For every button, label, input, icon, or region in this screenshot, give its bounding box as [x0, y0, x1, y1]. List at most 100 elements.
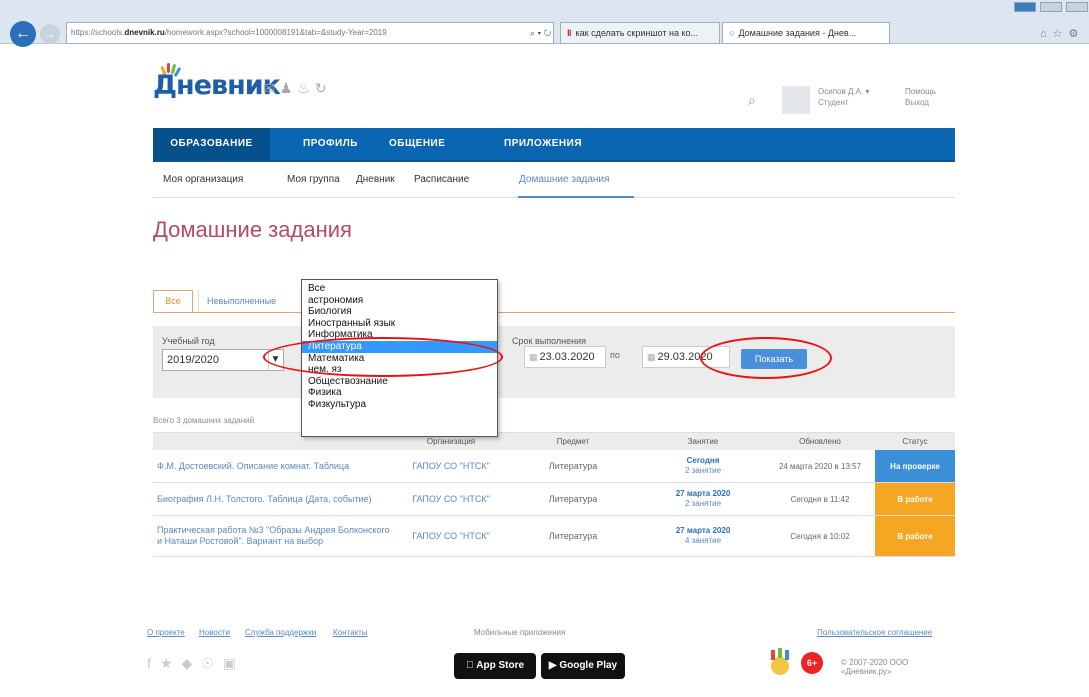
tab-label: как сделать скриншот на ко...: [575, 28, 699, 38]
browser-tab-homework[interactable]: ○ Домашние задания - Днев...: [722, 22, 890, 44]
date-from-field[interactable]: ▦ 23.03.2020: [524, 346, 606, 368]
dropdown-option[interactable]: Обществознание: [302, 376, 497, 388]
user-name[interactable]: Осипов Д.А. ▾: [818, 86, 869, 97]
tab-all[interactable]: Все: [153, 290, 193, 312]
footer-support-link[interactable]: Служба поддержки: [245, 628, 316, 637]
subnav-my-group[interactable]: Моя группа: [287, 174, 340, 185]
browser-tab-screenshot[interactable]: ‖ как сделать скриншот на ко...: [560, 22, 720, 44]
tab-favicon-icon: ○: [729, 28, 735, 38]
dropdown-option[interactable]: Физкультура: [302, 399, 497, 411]
table-row[interactable]: Биография Л.Н. Толстого. Таблица (Дата, …: [153, 483, 955, 516]
dropdown-option[interactable]: Все: [302, 283, 497, 295]
updated-cell: 24 марта 2020 в 13:57: [778, 461, 862, 471]
nav-communication[interactable]: ОБЩЕНИЕ: [389, 128, 445, 160]
date-to-label: по: [610, 350, 620, 360]
status-badge: В работе: [875, 483, 955, 515]
lesson-num[interactable]: 2 занятие: [685, 499, 721, 509]
forward-button[interactable]: →: [40, 24, 60, 44]
lesson-num[interactable]: 2 занятие: [685, 466, 721, 476]
lesson-date[interactable]: Сегодня: [687, 456, 720, 466]
col-updated: Обновлено: [799, 437, 841, 446]
appstore-label: App Store: [471, 660, 524, 671]
subnav-homework[interactable]: Домашние задания: [519, 174, 609, 185]
play-icon: ▶: [548, 660, 560, 671]
org-link[interactable]: ГАПОУ СО "НТСК": [401, 450, 501, 482]
tab-unfinished[interactable]: Невыполненные: [198, 290, 304, 312]
col-lesson: Занятие: [687, 437, 719, 446]
lesson-cell[interactable]: 27 марта 2020 4 занятие: [643, 516, 763, 556]
address-path: /homework.aspx?school=1000008191&tab=&st…: [164, 28, 387, 37]
nav-profile[interactable]: ПРОФИЛЬ: [303, 128, 358, 160]
dropdown-option[interactable]: Физика: [302, 387, 497, 399]
close-window-button[interactable]: [1066, 2, 1088, 12]
annotation-ellipse-subject: [263, 337, 503, 377]
work-link[interactable]: Практическая работа №3 "Образы Андрея Бо…: [157, 516, 397, 556]
help-link[interactable]: Помощь: [905, 86, 936, 97]
refresh-icon[interactable]: ↻: [315, 80, 332, 96]
browser-home-icons[interactable]: ⌂☆⚙: [1040, 27, 1084, 40]
total-count: Всего 3 домашних заданий: [153, 416, 255, 425]
table-row[interactable]: Практическая работа №3 "Образы Андрея Бо…: [153, 516, 955, 557]
help-logout[interactable]: Помощь Выход: [905, 86, 936, 108]
sub-nav: Моя организация Моя группа Дневник Распи…: [153, 162, 955, 198]
avatar[interactable]: [782, 86, 810, 114]
updated-cell: Сегодня в 11:42: [790, 494, 850, 504]
address-controls[interactable]: ⌕ ▾ ↻: [530, 22, 558, 44]
lesson-cell[interactable]: Сегодня 2 занятие: [643, 450, 763, 482]
subnav-my-organization[interactable]: Моя организация: [163, 174, 243, 185]
main-nav: ОБРАЗОВАНИЕ ПРОФИЛЬ ОБЩЕНИЕ ПРИЛОЖЕНИЯ: [153, 128, 955, 162]
back-button[interactable]: ←: [10, 21, 36, 47]
mail-icon[interactable]: ✉: [263, 80, 280, 96]
nav-education[interactable]: ОБРАЗОВАНИЕ: [153, 128, 270, 160]
dropdown-option[interactable]: Иностранный язык: [302, 318, 497, 330]
search-icon[interactable]: ⌕: [748, 92, 756, 109]
page-title: Домашние задания: [153, 217, 352, 242]
work-link[interactable]: Биография Л.Н. Толстого. Таблица (Дата, …: [157, 483, 397, 515]
address-bar[interactable]: https://schools.dnevnik.ru/homework.aspx…: [66, 22, 554, 44]
lesson-num[interactable]: 4 занятие: [685, 536, 721, 546]
site-logo[interactable]: Дневник: [153, 70, 281, 101]
calendar-icon[interactable]: ▦: [647, 352, 656, 362]
annotation-ellipse-show: [700, 337, 832, 379]
footer-news-link[interactable]: Новости: [199, 628, 230, 637]
tab-label: Домашние задания - Днев...: [738, 28, 857, 38]
dropdown-option[interactable]: астрономия: [302, 295, 497, 307]
apple-icon: : [466, 660, 476, 671]
age-rating-badge: 6+: [801, 652, 823, 674]
work-link[interactable]: Ф.М. Достоевский. Описание комнат. Табли…: [157, 450, 397, 482]
copyright: © 2007-2020 ООО «Дневник.ру»: [841, 658, 909, 676]
org-link[interactable]: ГАПОУ СО "НТСК": [401, 516, 501, 556]
user-icon[interactable]: ♟: [280, 80, 298, 96]
logout-link[interactable]: Выход: [905, 97, 936, 108]
nav-apps[interactable]: ПРИЛОЖЕНИЯ: [504, 128, 582, 160]
address-domain: dnevnik.ru: [124, 28, 165, 37]
user-menu[interactable]: Осипов Д.А. ▾ Студент: [818, 86, 869, 108]
social-icons[interactable]: f★◆☉▣: [147, 655, 245, 672]
table-row[interactable]: Ф.М. Достоевский. Описание комнат. Табли…: [153, 450, 955, 483]
calendar-icon[interactable]: ▦: [529, 352, 538, 362]
subject-cell: Литература: [548, 531, 598, 541]
minimize-button[interactable]: [1014, 2, 1036, 12]
org-link[interactable]: ГАПОУ СО "НТСК": [401, 483, 501, 515]
table-header: Организация Предмет Занятие Обновлено Ст…: [153, 432, 955, 450]
col-subject: Предмет: [556, 437, 590, 446]
agreement-link[interactable]: Пользовательское соглашение: [817, 628, 932, 637]
maximize-button[interactable]: [1040, 2, 1062, 12]
subnav-diary[interactable]: Дневник: [356, 174, 395, 185]
lesson-cell[interactable]: 27 марта 2020 2 занятие: [643, 483, 763, 515]
year-label: Учебный год: [162, 336, 215, 346]
status-badge: В работе: [875, 516, 955, 556]
lesson-date[interactable]: 27 марта 2020: [676, 526, 731, 536]
footer-about-link[interactable]: О проекте: [147, 628, 185, 637]
window-controls[interactable]: [1010, 0, 1089, 12]
subnav-active-underline: [518, 196, 634, 198]
bell-icon[interactable]: ♨: [297, 80, 315, 96]
lesson-date[interactable]: 27 марта 2020: [676, 489, 731, 499]
appstore-button[interactable]:  App Store: [454, 653, 536, 679]
header-icons[interactable]: ✉♟♨↻: [263, 80, 332, 97]
googleplay-label: Google Play: [559, 660, 618, 671]
subnav-schedule[interactable]: Расписание: [414, 174, 469, 185]
googleplay-button[interactable]: ▶ Google Play: [541, 653, 625, 679]
footer-contacts-link[interactable]: Контакты: [333, 628, 368, 637]
dropdown-option[interactable]: Биология: [302, 306, 497, 318]
